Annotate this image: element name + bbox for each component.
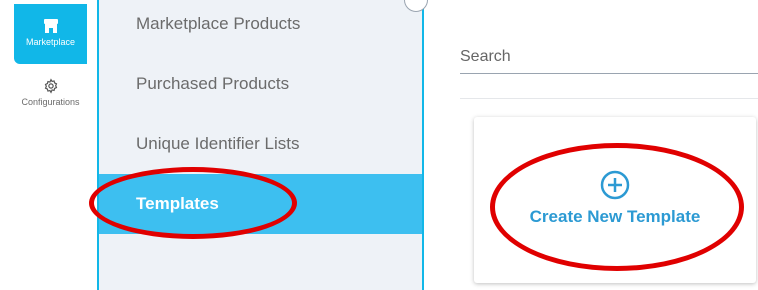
subnav-item-templates[interactable]: Templates <box>99 174 422 234</box>
divider <box>460 98 758 99</box>
subnav-item-marketplace-products[interactable]: Marketplace Products <box>99 0 422 54</box>
subnav-item-label: Unique Identifier Lists <box>136 134 300 153</box>
plus-circle-icon <box>600 170 630 200</box>
rail-item-configurations[interactable]: Configurations <box>14 78 87 107</box>
rail-label-marketplace: Marketplace <box>25 37 76 47</box>
search-field <box>460 42 758 74</box>
create-new-template-card[interactable]: Create New Template <box>474 117 756 283</box>
rail-label-configurations: Configurations <box>21 97 80 107</box>
subnav-item-label: Marketplace Products <box>136 14 301 33</box>
icon-rail: Marketplace Configurations <box>0 0 87 290</box>
rail-item-marketplace[interactable]: Marketplace <box>14 4 87 64</box>
marketplace-submenu: Marketplace Products Purchased Products … <box>97 0 424 290</box>
subnav-item-unique-identifier-lists[interactable]: Unique Identifier Lists <box>99 114 422 174</box>
subnav-item-purchased-products[interactable]: Purchased Products <box>99 54 422 114</box>
search-input[interactable] <box>460 42 758 66</box>
gear-icon <box>44 78 57 94</box>
subnav-item-label: Purchased Products <box>136 74 290 93</box>
store-icon <box>43 19 58 33</box>
subnav-item-label: Templates <box>136 194 219 213</box>
create-new-template-label: Create New Template <box>529 207 701 226</box>
